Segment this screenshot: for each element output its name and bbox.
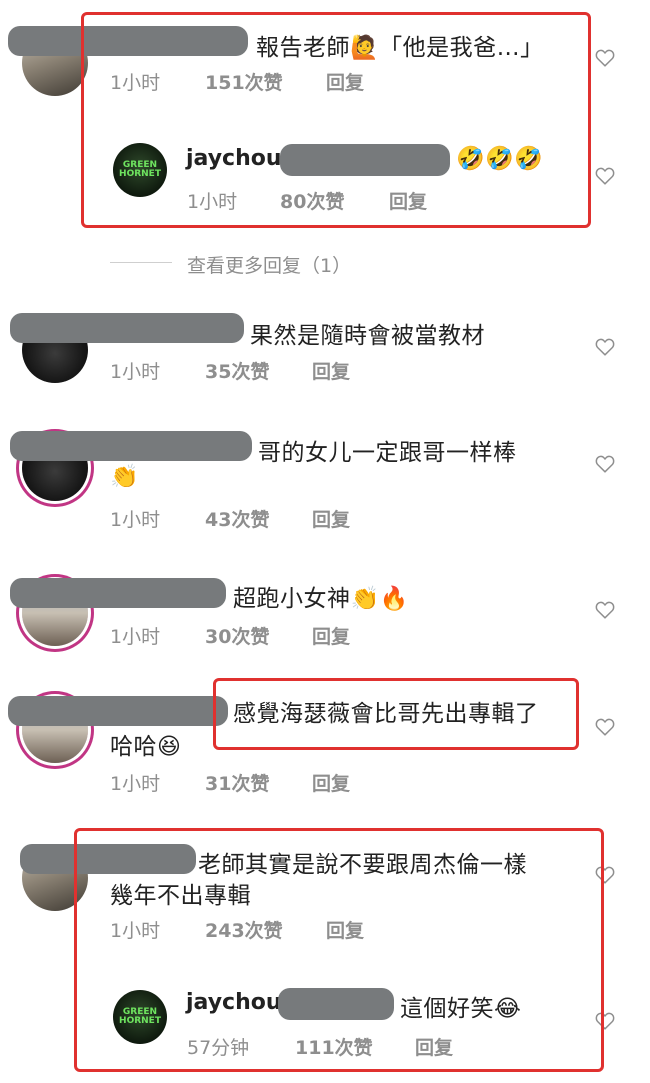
heart-icon[interactable] [594,165,616,187]
comment-text: 超跑小女神👏🔥 [233,586,409,612]
reply-button[interactable]: 回复 [312,622,350,649]
highlight-box [213,678,579,750]
heart-icon[interactable] [594,453,616,475]
blurred-username [8,696,228,726]
reply-button[interactable]: 回复 [312,769,350,796]
heart-icon[interactable] [594,47,616,69]
view-more-replies[interactable]: 查看更多回复（1） [187,251,351,278]
divider-line [110,262,172,263]
highlight-box [81,12,591,228]
comment-text: 果然是隨時會被當教材 [250,323,485,349]
comment-time: 1小时 [110,626,161,648]
comment-text: 哥的女儿一定跟哥一样棒 [258,440,517,466]
like-count[interactable]: 43次赞 [205,505,269,532]
reply-button[interactable]: 回复 [312,357,350,384]
reply-button[interactable]: 回复 [312,505,350,532]
like-count[interactable]: 35次赞 [205,357,269,384]
comment-time: 1小时 [110,509,161,531]
comment-text-continued: 哈哈😆 [110,734,182,760]
blurred-username [10,578,226,608]
comment-time: 1小时 [110,773,161,795]
heart-icon[interactable] [594,716,616,738]
comment-text-continued: 👏 [110,464,140,490]
blurred-username [10,313,244,343]
comment-time: 1小时 [110,361,161,383]
blurred-username [10,431,252,461]
heart-icon[interactable] [594,336,616,358]
highlight-box [74,828,604,1072]
like-count[interactable]: 31次赞 [205,769,269,796]
like-count[interactable]: 30次赞 [205,622,269,649]
heart-icon[interactable] [594,599,616,621]
